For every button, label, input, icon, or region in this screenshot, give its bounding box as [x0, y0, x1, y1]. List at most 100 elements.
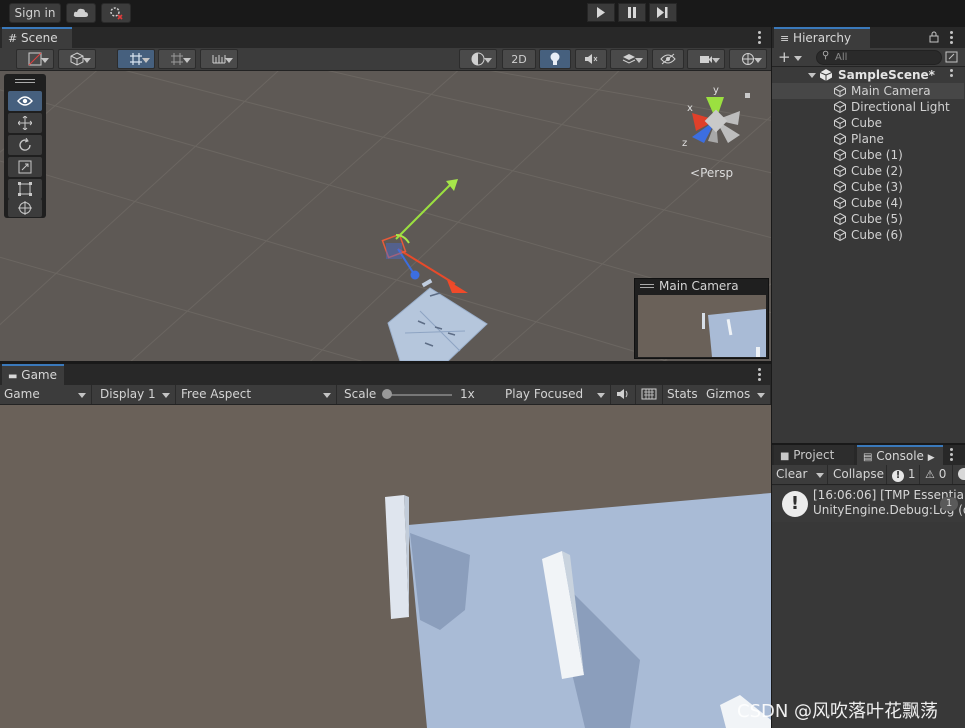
rect-transform-icon — [18, 182, 32, 196]
list-item[interactable]: Cube (1) — [772, 147, 964, 163]
mute-audio-toggle[interactable] — [612, 385, 636, 404]
camera-preview-image — [638, 295, 766, 357]
list-item[interactable]: Directional Light — [772, 99, 964, 115]
camera-preview-title: Main Camera — [659, 279, 739, 293]
stats-button[interactable]: Stats — [663, 385, 703, 404]
visibility-toggle[interactable] — [652, 49, 684, 69]
create-button[interactable]: + — [778, 49, 806, 65]
scene-viewport[interactable]: y x z <Persp Main Camera — [0, 71, 771, 361]
gamepad-icon: ▬ — [8, 371, 18, 382]
gizmos-scene-dropdown[interactable] — [729, 49, 767, 69]
scene-root-row[interactable]: SampleScene* — [772, 67, 964, 83]
preview-grip-icon[interactable] — [640, 284, 654, 288]
projection-toggle[interactable]: <Persp — [690, 166, 733, 180]
play-mode-dropdown[interactable]: Play Focused — [501, 385, 611, 404]
warning-filter-toggle[interactable]: ⚠ 0 — [921, 465, 953, 484]
list-item-label: Cube (6) — [851, 228, 903, 242]
scene-visibility-icon[interactable] — [945, 51, 958, 63]
hidden-eye-icon — [660, 53, 676, 65]
error-filter-toggle[interactable]: ! 1 — [888, 465, 920, 484]
tab-scene[interactable]: # Scene — [2, 27, 72, 48]
tab-project[interactable]: ■ Project — [774, 445, 854, 466]
list-item-label: Cube (1) — [851, 148, 903, 162]
list-item[interactable]: Cube (3) — [772, 179, 964, 195]
scale-control: Scale 1x — [340, 385, 502, 404]
gameobject-icon — [834, 181, 846, 193]
game-menu-icon[interactable] — [758, 368, 761, 383]
list-item[interactable]: Cube (6) — [772, 227, 964, 243]
display-dropdown[interactable]: Display 1 — [96, 385, 176, 404]
toggle-2d-button[interactable]: 2D — [502, 49, 536, 69]
expand-arrow-icon[interactable] — [808, 73, 816, 78]
rect-tool-button[interactable] — [8, 179, 42, 199]
snap-grid-icon — [171, 53, 183, 65]
list-item[interactable]: Main Camera — [772, 83, 964, 99]
tab-game[interactable]: ▬ Game — [2, 364, 64, 385]
play-button[interactable] — [587, 3, 615, 22]
list-item[interactable]: Cube (2) — [772, 163, 964, 179]
game-view-dropdown[interactable]: Game — [0, 385, 92, 404]
scale-tool-button[interactable] — [8, 157, 42, 177]
shading-dropdown[interactable] — [459, 49, 497, 69]
scale-slider-handle[interactable] — [382, 389, 392, 399]
effects-dropdown[interactable] — [610, 49, 648, 69]
scale-slider[interactable] — [384, 394, 452, 396]
palette-grip-icon[interactable] — [15, 79, 35, 83]
scene-menu-icon[interactable] — [758, 31, 761, 46]
aspect-dropdown[interactable]: Free Aspect — [177, 385, 337, 404]
tab-hierarchy[interactable]: ≡ Hierarchy — [774, 27, 870, 48]
camera-dropdown[interactable] — [687, 49, 725, 69]
collab-button[interactable] — [101, 3, 131, 23]
hierarchy-search[interactable]: ⚲ All — [816, 50, 942, 65]
collapse-toggle[interactable]: Collapse — [829, 465, 887, 484]
axis-label-x: x — [687, 103, 693, 114]
list-item-label: Cube (3) — [851, 180, 903, 194]
transform-tool-button[interactable] — [8, 199, 42, 217]
gameobject-icon — [834, 133, 846, 145]
game-view-label: Game — [4, 387, 40, 401]
search-placeholder: All — [835, 52, 848, 63]
list-item[interactable]: Cube (5) — [772, 211, 964, 227]
info-filter-toggle[interactable] — [954, 465, 965, 484]
scene-tabbar: # Scene — [0, 27, 771, 48]
rotate-tool-button[interactable] — [8, 135, 42, 155]
tab-overflow-icon[interactable]: ▶ — [928, 453, 935, 463]
move-tool-button[interactable] — [8, 113, 42, 133]
game-viewport[interactable] — [0, 405, 771, 728]
axis-label-z: z — [682, 138, 688, 149]
list-item[interactable]: Plane — [772, 131, 964, 147]
hierarchy-tab-label: Hierarchy — [793, 31, 852, 45]
clear-dropdown[interactable]: Clear — [772, 465, 828, 484]
list-item[interactable]: Cube (4) — [772, 195, 964, 211]
view-tool-button[interactable] — [8, 91, 42, 111]
pause-button[interactable] — [618, 3, 646, 22]
sign-in-button[interactable]: Sign in — [9, 3, 61, 23]
scene-row-menu-icon[interactable] — [950, 69, 953, 79]
collab-icon — [110, 7, 123, 20]
cloud-button[interactable] — [66, 3, 96, 23]
scale-icon — [18, 160, 32, 174]
hierarchy-menu-icon[interactable] — [950, 31, 953, 46]
audio-toggle[interactable] — [575, 49, 607, 69]
gameobject-icon — [834, 149, 846, 161]
log-count-badge: 1 — [940, 497, 958, 511]
keyboard-icon — [641, 388, 657, 400]
draw-mode-dropdown[interactable] — [16, 49, 54, 69]
console-log-entry[interactable]: ! [16:06:06] [TMP Essential R UnityEngin… — [772, 486, 965, 522]
gizmos-dropdown[interactable]: Gizmos — [702, 385, 771, 404]
gameobject-icon — [834, 197, 846, 209]
grid-snap-toggle[interactable] — [117, 49, 155, 69]
increment-snap-dropdown[interactable] — [158, 49, 196, 69]
list-item-label: Main Camera — [851, 84, 931, 98]
console-menu-icon[interactable] — [950, 448, 953, 463]
list-item[interactable]: Cube — [772, 115, 964, 131]
step-button[interactable] — [649, 3, 677, 22]
lock-icon[interactable] — [929, 31, 939, 43]
keyboard-toggle[interactable] — [637, 385, 663, 404]
lighting-toggle[interactable] — [539, 49, 571, 69]
shaded-icon — [28, 52, 42, 66]
game-tab-label: Game — [21, 368, 58, 382]
ruler-dropdown[interactable] — [200, 49, 238, 69]
render-mode-dropdown[interactable] — [58, 49, 96, 69]
tab-console[interactable]: ▤ Console ▶ — [857, 445, 943, 465]
